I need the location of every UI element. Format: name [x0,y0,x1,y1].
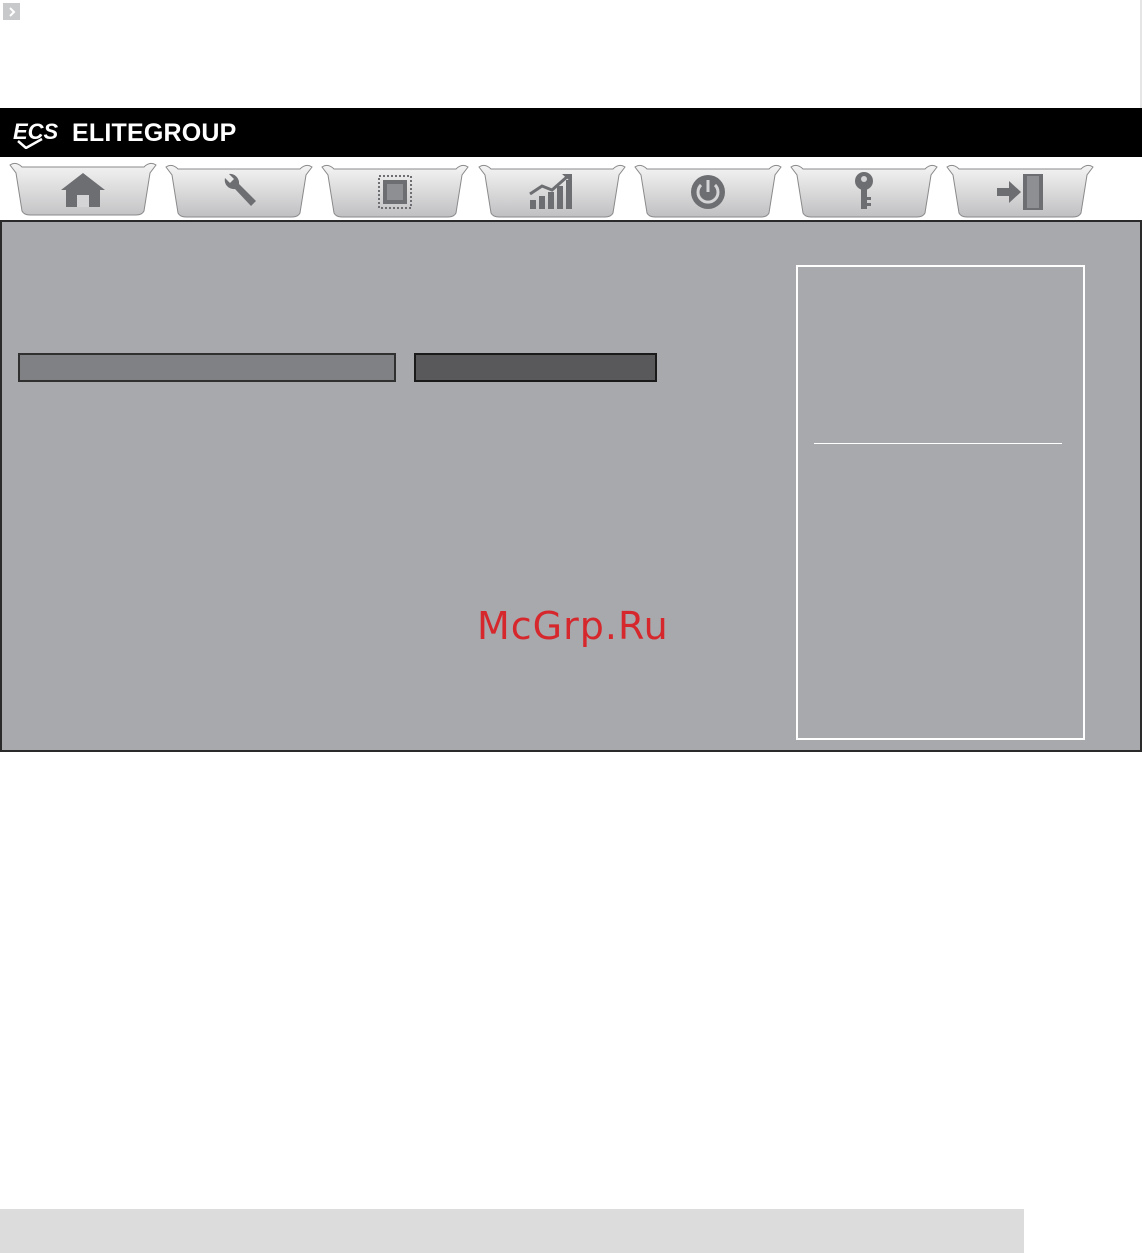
expand-arrow-icon[interactable] [3,3,20,20]
tab-main[interactable] [8,161,158,219]
exit-icon [992,169,1048,215]
tab-mib[interactable] [477,163,627,221]
wrench-icon [211,169,267,215]
home-icon [55,167,111,213]
tab-security[interactable] [789,163,939,221]
chip-icon [367,169,423,215]
ecs-logo-icon: ECS [13,119,59,149]
tab-advanced[interactable] [164,163,314,221]
watermark-text: McGrp.Ru [477,604,669,648]
footer-bar [0,1209,1024,1253]
brand-name: ELITEGROUP [72,118,237,147]
chart-icon [524,169,580,215]
help-panel [796,265,1085,740]
tab-chipset[interactable] [320,163,470,221]
tab-exit[interactable] [945,163,1095,221]
setting-label-field[interactable] [18,353,396,382]
setting-value-field[interactable] [414,353,657,382]
power-icon [680,169,736,215]
key-icon [836,169,892,215]
brand-logo: ECS ELITEGROUP [12,116,237,150]
svg-text:ECS: ECS [13,119,59,144]
tab-boot[interactable] [633,163,783,221]
nav-tabs [0,157,1142,221]
help-divider [814,443,1062,444]
